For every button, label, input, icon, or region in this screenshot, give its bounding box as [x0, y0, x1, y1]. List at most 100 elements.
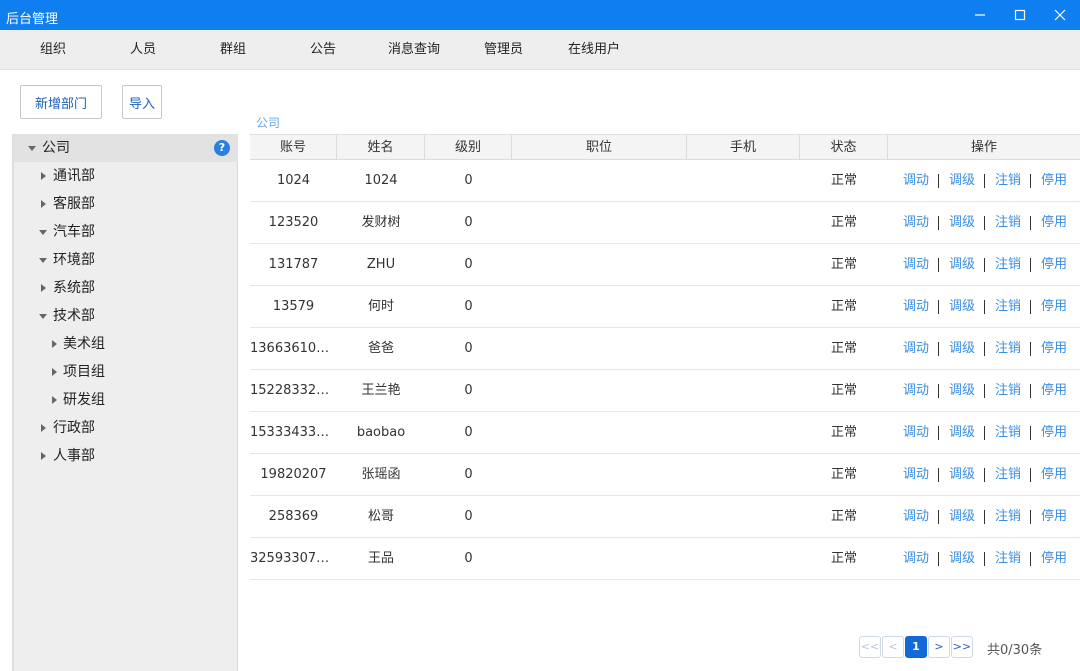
deregister-link[interactable]: 注销 [995, 496, 1021, 537]
last-page-button[interactable]: >> [951, 636, 973, 658]
change-level-link[interactable]: 调级 [949, 286, 975, 327]
tree-node-label[interactable]: 美术组 [63, 330, 105, 358]
transfer-link[interactable]: 调动 [903, 412, 929, 453]
deregister-link[interactable]: 注销 [995, 454, 1021, 495]
tree-node-label[interactable]: 技术部 [53, 302, 95, 330]
change-level-link[interactable]: 调级 [949, 160, 975, 201]
column-header-account[interactable]: 账号 [250, 135, 337, 160]
tree-node-label[interactable]: 通讯部 [53, 162, 95, 190]
table-row[interactable]: 13579 何时 0 正常 调动 调级 注销 停用 [250, 286, 1080, 328]
change-level-link[interactable]: 调级 [949, 538, 975, 579]
column-header-phone[interactable]: 手机 [687, 135, 800, 160]
change-level-link[interactable]: 调级 [949, 244, 975, 285]
help-icon[interactable]: ? [214, 140, 230, 156]
table-row[interactable]: 131787 ZHU 0 正常 调动 调级 注销 停用 [250, 244, 1080, 286]
disable-link[interactable]: 停用 [1041, 412, 1067, 453]
deregister-link[interactable]: 注销 [995, 370, 1021, 411]
change-level-link[interactable]: 调级 [949, 412, 975, 453]
tree-node-label[interactable]: 客服部 [53, 190, 95, 218]
cell-account: 15228332717 [250, 383, 337, 398]
tree-node-label[interactable]: 研发组 [63, 386, 105, 414]
tree-root-label[interactable]: 公司 [42, 134, 70, 162]
disable-link[interactable]: 停用 [1041, 202, 1067, 243]
disable-link[interactable]: 停用 [1041, 244, 1067, 285]
table-row[interactable]: 13663610782 爸爸 0 正常 调动 调级 注销 停用 [250, 328, 1080, 370]
tab-announcements[interactable]: 公告 [310, 30, 336, 70]
tree-node-label[interactable]: 汽车部 [53, 218, 95, 246]
collapsed-arrow-icon[interactable] [52, 368, 57, 376]
disable-link[interactable]: 停用 [1041, 160, 1067, 201]
deregister-link[interactable]: 注销 [995, 538, 1021, 579]
table-row[interactable]: 19820207 张瑶函 0 正常 调动 调级 注销 停用 [250, 454, 1080, 496]
disable-link[interactable]: 停用 [1041, 538, 1067, 579]
collapsed-arrow-icon[interactable] [52, 396, 57, 404]
change-level-link[interactable]: 调级 [949, 454, 975, 495]
change-level-link[interactable]: 调级 [949, 202, 975, 243]
expand-arrow-icon[interactable] [39, 230, 47, 235]
tree-node-label[interactable]: 系统部 [53, 274, 95, 302]
tree-root-row[interactable]: 公司 ? [14, 134, 238, 162]
disable-link[interactable]: 停用 [1041, 370, 1067, 411]
tree-node-label[interactable]: 项目组 [63, 358, 105, 386]
transfer-link[interactable]: 调动 [903, 286, 929, 327]
tab-groups[interactable]: 群组 [220, 30, 246, 70]
deregister-link[interactable]: 注销 [995, 412, 1021, 453]
deregister-link[interactable]: 注销 [995, 160, 1021, 201]
add-department-button[interactable]: 新增部门 [20, 85, 102, 119]
page-number-current[interactable]: 1 [905, 636, 927, 658]
collapsed-arrow-icon[interactable] [52, 340, 57, 348]
expand-arrow-icon[interactable] [39, 258, 47, 263]
transfer-link[interactable]: 调动 [903, 244, 929, 285]
change-level-link[interactable]: 调级 [949, 328, 975, 369]
next-page-button[interactable]: > [928, 636, 950, 658]
transfer-link[interactable]: 调动 [903, 328, 929, 369]
change-level-link[interactable]: 调级 [949, 496, 975, 537]
tree-node-label[interactable]: 环境部 [53, 246, 95, 274]
tab-organization[interactable]: 组织 [40, 30, 66, 70]
transfer-link[interactable]: 调动 [903, 538, 929, 579]
collapsed-arrow-icon[interactable] [41, 424, 46, 432]
tab-administrators[interactable]: 管理员 [484, 30, 523, 70]
disable-link[interactable]: 停用 [1041, 328, 1067, 369]
tab-online-users[interactable]: 在线用户 [568, 30, 620, 70]
action-separator [1030, 174, 1031, 188]
table-row[interactable]: 1024 1024 0 正常 调动 调级 注销 停用 [250, 160, 1080, 202]
change-level-link[interactable]: 调级 [949, 370, 975, 411]
deregister-link[interactable]: 注销 [995, 202, 1021, 243]
first-page-button[interactable]: << [859, 636, 881, 658]
disable-link[interactable]: 停用 [1041, 454, 1067, 495]
breadcrumb[interactable]: 公司 [256, 114, 280, 131]
table-row[interactable]: 258369 松哥 0 正常 调动 调级 注销 停用 [250, 496, 1080, 538]
expand-arrow-icon[interactable] [28, 146, 36, 151]
transfer-link[interactable]: 调动 [903, 496, 929, 537]
import-button[interactable]: 导入 [122, 85, 162, 119]
table-row[interactable]: 3259330705... 王品 0 正常 调动 调级 注销 停用 [250, 538, 1080, 580]
column-header-name[interactable]: 姓名 [337, 135, 425, 160]
tree-node-label[interactable]: 行政部 [53, 414, 95, 442]
column-header-level[interactable]: 级别 [425, 135, 512, 160]
table-row[interactable]: 123520 发财树 0 正常 调动 调级 注销 停用 [250, 202, 1080, 244]
column-header-status[interactable]: 状态 [800, 135, 888, 160]
transfer-link[interactable]: 调动 [903, 454, 929, 495]
collapsed-arrow-icon[interactable] [41, 200, 46, 208]
table-row[interactable]: 15228332717 王兰艳 0 正常 调动 调级 注销 停用 [250, 370, 1080, 412]
tab-message-query[interactable]: 消息查询 [388, 30, 440, 70]
transfer-link[interactable]: 调动 [903, 160, 929, 201]
disable-link[interactable]: 停用 [1041, 286, 1067, 327]
deregister-link[interactable]: 注销 [995, 286, 1021, 327]
expand-arrow-icon[interactable] [39, 314, 47, 319]
transfer-link[interactable]: 调动 [903, 202, 929, 243]
deregister-link[interactable]: 注销 [995, 328, 1021, 369]
tree-node-label[interactable]: 人事部 [53, 442, 95, 470]
disable-link[interactable]: 停用 [1041, 496, 1067, 537]
close-button[interactable] [1037, 0, 1080, 30]
collapsed-arrow-icon[interactable] [41, 452, 46, 460]
deregister-link[interactable]: 注销 [995, 244, 1021, 285]
collapsed-arrow-icon[interactable] [41, 284, 46, 292]
tab-personnel[interactable]: 人员 [130, 30, 156, 70]
prev-page-button[interactable]: < [882, 636, 904, 658]
column-header-position[interactable]: 职位 [512, 135, 687, 160]
table-row[interactable]: 15333433923 baobao 0 正常 调动 调级 注销 停用 [250, 412, 1080, 454]
transfer-link[interactable]: 调动 [903, 370, 929, 411]
collapsed-arrow-icon[interactable] [41, 172, 46, 180]
